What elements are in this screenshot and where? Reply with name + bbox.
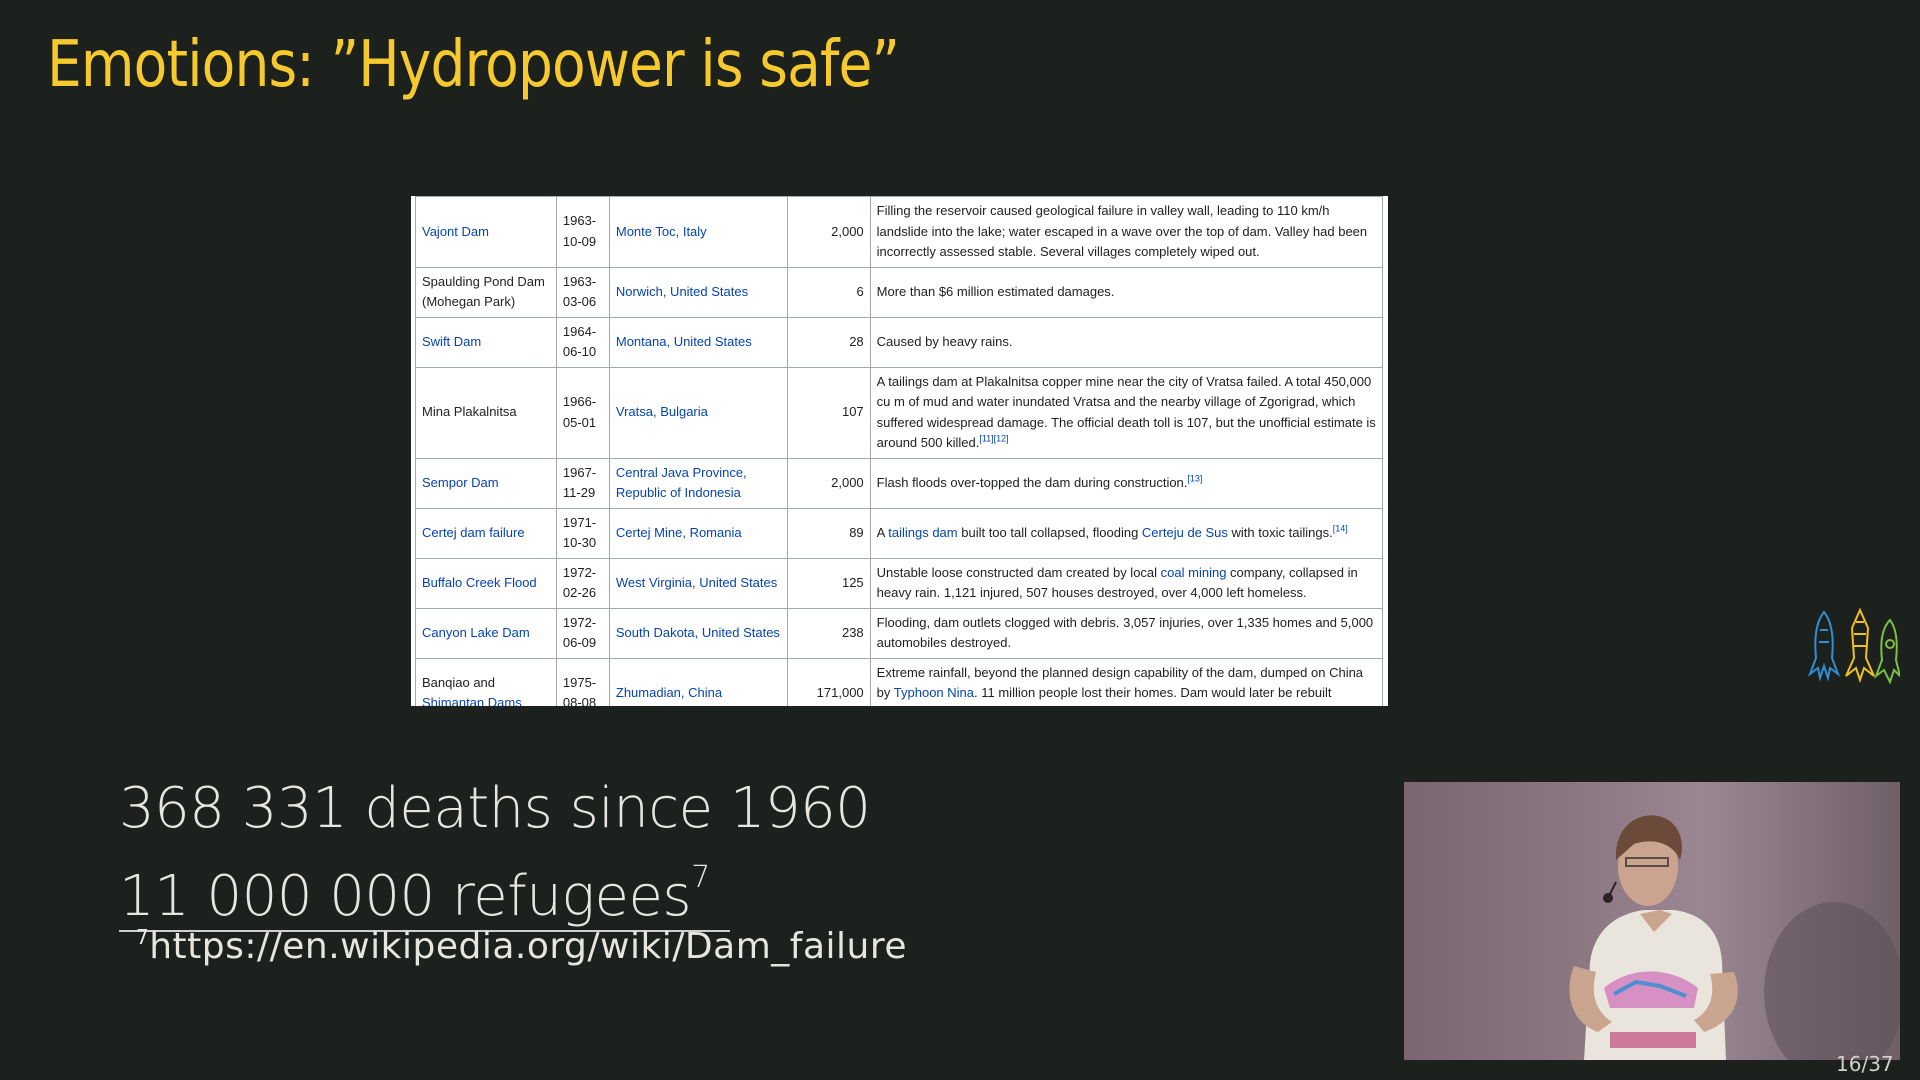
failure-details: Caused by heavy rains. [869, 316, 1384, 368]
slide-title: Emotions: ”Hydropower is safe” [47, 28, 900, 102]
failure-details: Unstable loose constructed dam created b… [869, 557, 1384, 609]
location-link[interactable]: West Virginia, United States [608, 557, 788, 609]
details-text: built too tall collapsed, flooding [957, 524, 1142, 540]
location-link[interactable]: Central Java Province, Republic of Indon… [608, 457, 788, 509]
page-number: 16/37 [1836, 1052, 1894, 1076]
speaker-video-feed [1404, 782, 1900, 1060]
death-count: 171,000 [786, 657, 871, 706]
table-row: Spaulding Pond Dam (Mohegan Park) 1963-0… [415, 266, 1384, 318]
table-row: Mina Plakalnitsa 1966-05-01 Vratsa, Bulg… [415, 366, 1384, 459]
location-link[interactable]: Norwich, United States [608, 266, 788, 318]
reference-link[interactable]: [13] [1187, 473, 1202, 483]
location-link[interactable]: Montana, United States [608, 316, 788, 368]
failure-date: 1975-08-08 [555, 657, 610, 706]
failure-details: Flash floods over-topped the dam during … [869, 457, 1384, 509]
dam-name: Spaulding Pond Dam (Mohegan Park) [415, 266, 557, 318]
location-link[interactable]: Certej Mine, Romania [608, 507, 788, 559]
table-row: Buffalo Creek Flood 1972-02-26 West Virg… [415, 557, 1384, 609]
failure-details: More than $6 million estimated damages. [869, 266, 1384, 318]
death-count: 125 [786, 557, 871, 609]
dam-failure-table-screenshot: Vajont Dam 1963-10-09 Monte Toc, Italy 2… [411, 196, 1388, 706]
death-count: 2,000 [786, 196, 871, 268]
reference-link[interactable]: [14] [1333, 523, 1348, 533]
failure-details: Extreme rainfall, beyond the planned des… [869, 657, 1384, 706]
refugees-statistic[interactable]: 11 000 000 refugees7 [119, 863, 730, 932]
dam-name-link[interactable]: Buffalo Creek Flood [415, 557, 557, 609]
failure-date: 1972-02-26 [555, 557, 610, 609]
failure-details: A tailings dam built too tall collapsed,… [869, 507, 1384, 559]
details-text: Unstable loose constructed dam created b… [876, 564, 1161, 580]
death-count: 107 [786, 366, 871, 459]
details-text: with toxic tailings. [1227, 524, 1333, 540]
dam-name-link[interactable]: Certej dam failure [415, 507, 557, 559]
footnote-mark: 7 [136, 925, 150, 949]
location-link[interactable]: Vratsa, Bulgaria [608, 366, 788, 459]
certeju-de-sus-link[interactable]: Certeju de Sus [1142, 525, 1228, 540]
tailings-dam-link[interactable]: tailings dam [888, 525, 957, 540]
death-count: 6 [786, 266, 871, 318]
dam-name-link[interactable]: Swift Dam [415, 316, 557, 368]
dam-name-link[interactable]: Canyon Lake Dam [415, 607, 557, 659]
table-row: Vajont Dam 1963-10-09 Monte Toc, Italy 2… [415, 196, 1384, 268]
location-link[interactable]: South Dakota, United States [608, 607, 788, 659]
shimantan-link[interactable]: Shimantan Dams [422, 695, 522, 706]
failure-date: 1963-10-09 [555, 196, 610, 268]
reference-link[interactable]: [11][12] [979, 434, 1008, 444]
location-link[interactable]: Monte Toc, Italy [608, 196, 788, 268]
failure-date: 1964-06-10 [555, 316, 610, 368]
table-row: Certej dam failure 1971-10-30 Certej Min… [415, 507, 1384, 559]
table-row: Swift Dam 1964-06-10 Montana, United Sta… [415, 316, 1384, 368]
footnote-reference: 7 [691, 860, 710, 895]
details-text: A [876, 524, 889, 540]
death-count: 238 [786, 607, 871, 659]
failure-date: 1963-03-06 [555, 266, 610, 318]
speaker-image [1569, 815, 1900, 1060]
banqiao-link[interactable]: Banqiao [422, 675, 470, 690]
failure-details: Filling the reservoir caused geological … [869, 196, 1384, 268]
details-text: A tailings dam at Plakalnitsa copper min… [876, 373, 1376, 451]
failure-date: 1966-05-01 [555, 366, 610, 459]
table-row: Sempor Dam 1967-11-29 Central Java Provi… [415, 457, 1384, 509]
death-count: 89 [786, 507, 871, 559]
location-link[interactable]: Zhumadian, China [608, 657, 788, 706]
dam-name: Mina Plakalnitsa [415, 366, 557, 459]
dam-failure-table: Vajont Dam 1963-10-09 Monte Toc, Italy 2… [415, 196, 1384, 706]
typhoon-nina-link[interactable]: Typhoon Nina [894, 685, 974, 700]
failure-date: 1972-06-09 [555, 607, 610, 659]
table-row: Banqiao and Shimantan Dams 1975-08-08 Zh… [415, 657, 1384, 706]
coal-mining-link[interactable]: coal mining [1161, 565, 1227, 580]
footnote-url: https://en.wikipedia.org/wiki/Dam_failur… [149, 926, 907, 967]
table-row: Canyon Lake Dam 1972-06-09 South Dakota,… [415, 607, 1384, 659]
dam-name-link[interactable]: Sempor Dam [415, 457, 557, 509]
footnote: 7https://en.wikipedia.org/wiki/Dam_failu… [136, 926, 907, 967]
dam-name-text: and [469, 674, 496, 690]
failure-details: A tailings dam at Plakalnitsa copper min… [869, 366, 1384, 459]
death-count: 28 [786, 316, 871, 368]
refugees-text: 11 000 000 refugees [119, 864, 692, 929]
dam-name-link[interactable]: Vajont Dam [415, 196, 557, 268]
deaths-statistic: 368 331 deaths since 1960 [119, 776, 871, 841]
dam-name: Banqiao and Shimantan Dams [415, 657, 557, 706]
details-text: Flash floods over-topped the dam during … [876, 474, 1188, 490]
failure-date: 1971-10-30 [555, 507, 610, 559]
failure-date: 1967-11-29 [555, 457, 610, 509]
failure-details: Flooding, dam outlets clogged with debri… [869, 607, 1384, 659]
death-count: 2,000 [786, 457, 871, 509]
rocket-logo-icon [1807, 608, 1900, 685]
